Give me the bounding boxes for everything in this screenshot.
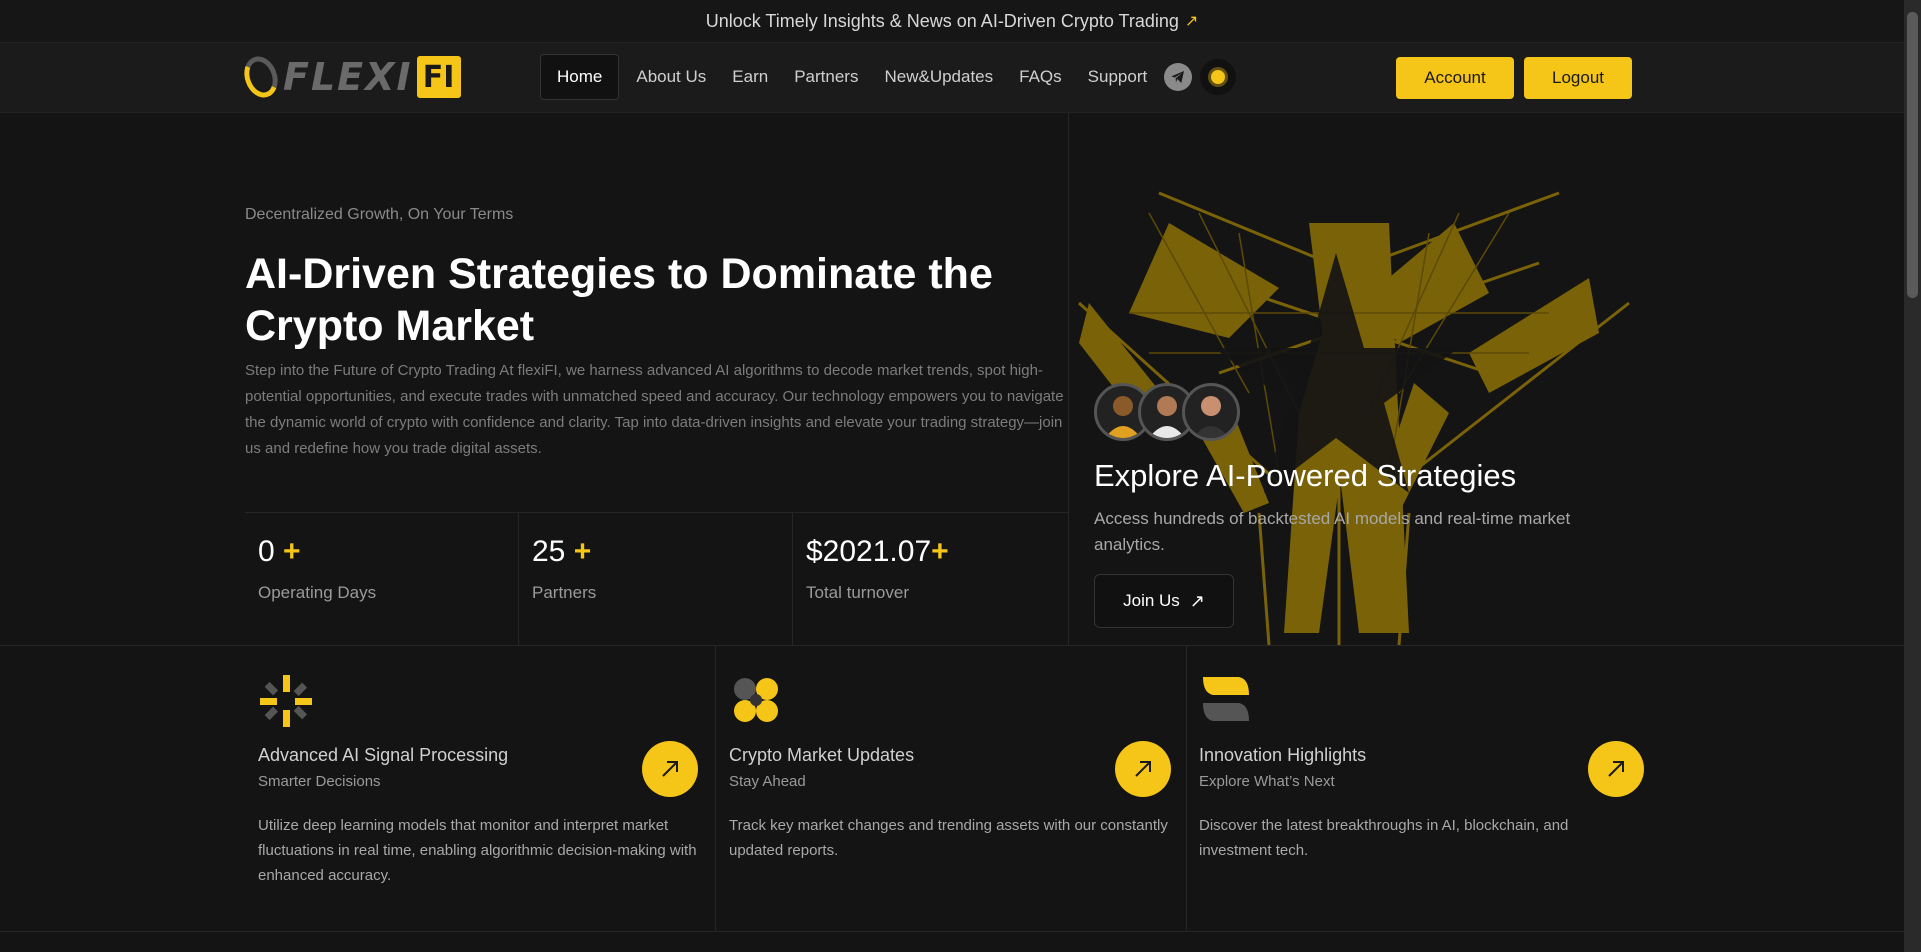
feature-description: Utilize deep learning models that monito… [258, 817, 697, 884]
account-button[interactable]: Account [1396, 57, 1514, 99]
feature-divider [715, 645, 716, 932]
leaf-icon [1203, 677, 1249, 721]
stat-value: 25 + [532, 535, 592, 568]
main-navbar: FLEXI FI Home About Us Earn Partners New… [0, 43, 1904, 113]
nav-item-about-us[interactable]: About Us [623, 55, 719, 99]
stat-operating-days: 0 + Operating Days [245, 513, 519, 646]
feature-subtitle: Smarter Decisions [258, 773, 381, 790]
scrollbar-thumb[interactable] [1907, 12, 1918, 298]
announcement-text: Unlock Timely Insights & News on AI-Driv… [705, 10, 1179, 31]
theme-toggle-button[interactable] [1200, 59, 1237, 95]
hero-tagline: Decentralized Growth, On Your Terms [245, 206, 514, 223]
sun-icon [1211, 70, 1226, 84]
feature-divider [1186, 645, 1187, 932]
feature-arrow-button[interactable] [1588, 741, 1644, 797]
explore-panel: Explore AI-Powered Strategies Access hun… [1069, 113, 1904, 645]
feature-card-innovation: Innovation Highlights Explore What’s Nex… [1186, 646, 1656, 933]
stat-value: $2021.07+ [806, 535, 949, 568]
nav-item-support[interactable]: Support [1075, 55, 1161, 99]
logout-button[interactable]: Logout [1524, 57, 1632, 99]
features-section: Advanced AI Signal Processing Smarter De… [0, 645, 1904, 932]
telegram-plane-icon [1171, 71, 1185, 83]
join-us-label: Join Us [1123, 591, 1180, 610]
stat-label: Partners [532, 583, 597, 602]
feature-title: Crypto Market Updates [729, 745, 915, 765]
arrow-up-right-icon [662, 761, 678, 777]
arrow-up-right-icon: ↗ [1184, 13, 1199, 30]
star-art-illustration [1077, 191, 1630, 645]
logo-ring-icon [238, 51, 284, 103]
hero-description: Step into the Future of Crypto Trading A… [245, 362, 1064, 457]
feature-arrow-button[interactable] [1115, 741, 1171, 797]
feature-title: Advanced AI Signal Processing [258, 745, 509, 765]
feature-description: Discover the latest breakthroughs in AI,… [1199, 817, 1569, 859]
feature-card-ai-signal: Advanced AI Signal Processing Smarter De… [245, 646, 715, 933]
telegram-icon[interactable] [1164, 63, 1193, 91]
feature-arrow-button[interactable] [642, 741, 698, 797]
feature-description: Track key market changes and trending as… [729, 817, 1168, 859]
stat-partners: 25 + Partners [519, 513, 793, 646]
join-us-button[interactable]: Join Us ↗ [1094, 574, 1234, 628]
nav-item-partners[interactable]: Partners [781, 55, 871, 99]
person-avatar-icon [1193, 396, 1229, 438]
hero-headline: AI-Driven Strategies to Dominate the Cry… [245, 250, 993, 350]
stat-label: Operating Days [258, 583, 377, 602]
avatar [1182, 383, 1240, 441]
nav-item-faqs[interactable]: FAQs [1006, 55, 1075, 99]
feature-card-market-updates: Crypto Market Updates Stay Ahead Track k… [716, 646, 1186, 933]
avatar-group [1094, 383, 1240, 441]
explore-description: Access hundreds of backtested AI models … [1094, 509, 1571, 554]
explore-title: Explore AI-Powered Strategies [1094, 458, 1517, 493]
logo[interactable]: FLEXI FI [238, 51, 461, 103]
stats-row: 0 + Operating Days 25 + Partners $2021.0… [245, 512, 1069, 646]
logo-badge: FI [416, 56, 461, 98]
feature-subtitle: Explore What’s Next [1199, 773, 1335, 790]
nav-item-earn[interactable]: Earn [719, 55, 781, 99]
nav-item-news-updates[interactable]: New&Updates [871, 55, 1006, 99]
feature-subtitle: Stay Ahead [729, 773, 806, 790]
logo-text: FLEXI [283, 55, 413, 99]
arrow-up-right-icon [1135, 761, 1151, 777]
stat-total-turnover: $2021.07+ Total turnover [793, 513, 1067, 646]
arrow-up-right-icon: ↗ [1189, 590, 1205, 611]
nav-menu: Home About Us Earn Partners New&Updates … [540, 54, 1237, 100]
feature-title: Innovation Highlights [1199, 745, 1367, 765]
spark-icon [260, 675, 312, 727]
page-scrollbar[interactable] [1904, 0, 1921, 952]
nav-item-home[interactable]: Home [540, 54, 620, 100]
stat-label: Total turnover [806, 583, 909, 602]
arrow-up-right-icon [1608, 761, 1624, 777]
announcement-bar[interactable]: Unlock Timely Insights & News on AI-Driv… [0, 0, 1904, 43]
circles-icon [734, 678, 778, 722]
stat-value: 0 + [258, 535, 301, 568]
